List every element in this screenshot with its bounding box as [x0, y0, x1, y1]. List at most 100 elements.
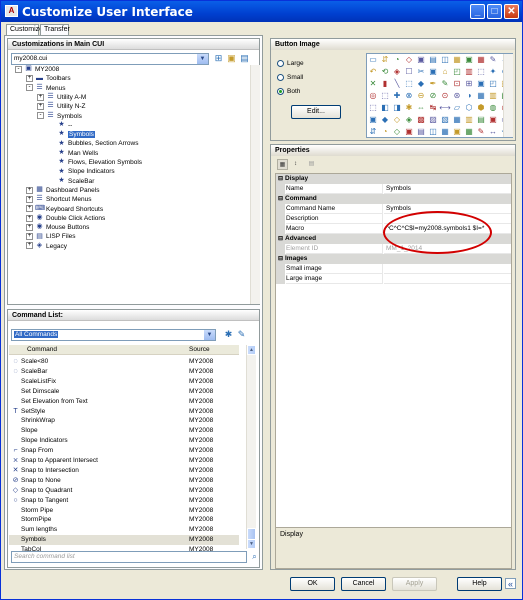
- button-image-icon[interactable]: ▮: [379, 78, 391, 90]
- button-image-icon[interactable]: ⊡: [451, 78, 463, 90]
- property-value[interactable]: [384, 274, 511, 284]
- help-button[interactable]: Help: [457, 577, 502, 591]
- button-image-icon[interactable]: ▦: [475, 54, 487, 66]
- property-row[interactable]: Command Name Symbols: [276, 204, 511, 214]
- collapse-icon[interactable]: -: [37, 112, 44, 120]
- load-cui-icon[interactable]: ⊞: [213, 53, 224, 64]
- button-image-icon[interactable]: ▣: [451, 126, 463, 138]
- apply-button[interactable]: Apply: [392, 577, 437, 591]
- tree-node[interactable]: - ▣ MY2008: [15, 65, 59, 74]
- button-image-icon[interactable]: ⊞: [463, 78, 475, 90]
- tree-node[interactable]: ★ Flows, Elevation Symbols: [48, 158, 142, 167]
- close-button[interactable]: ✕: [504, 4, 519, 19]
- expand-icon[interactable]: +: [26, 75, 33, 83]
- property-row[interactable]: Small image: [276, 264, 511, 274]
- command-list-row[interactable]: T SetStyle MY2008: [9, 407, 239, 417]
- command-list-row[interactable]: Symbols MY2008: [9, 535, 239, 546]
- button-image-icon[interactable]: ◫: [439, 54, 451, 66]
- button-image-icon[interactable]: ◔: [391, 54, 403, 66]
- button-image-icon[interactable]: ✚: [391, 90, 403, 102]
- expand-icon[interactable]: +: [26, 242, 33, 250]
- button-image-icon[interactable]: ◇: [391, 126, 403, 138]
- property-row[interactable]: Name Symbols: [276, 184, 511, 194]
- command-list-row[interactable]: ◇ Snap to Quadrant MY2008: [9, 486, 239, 496]
- new-command-icon[interactable]: ✱: [223, 329, 234, 340]
- chevron-down-icon[interactable]: ▼: [197, 54, 208, 64]
- button-image-icon[interactable]: ⊖: [415, 90, 427, 102]
- button-image-icon[interactable]: ▤: [427, 54, 439, 66]
- command-list-row[interactable]: ⌐ Snap From MY2008: [9, 446, 239, 456]
- tree-node[interactable]: + ▦ Dashboard Panels: [26, 186, 99, 195]
- button-image-icon[interactable]: ▤: [475, 114, 487, 126]
- button-image-icon[interactable]: ◧: [379, 102, 391, 114]
- button-image-icon[interactable]: ▱: [451, 102, 463, 114]
- button-image-icon[interactable]: ◇: [391, 114, 403, 126]
- button-image-icon[interactable]: ◎: [367, 90, 379, 102]
- command-list-row[interactable]: Slope Indicators MY2008: [9, 436, 239, 446]
- collapse-icon[interactable]: -: [15, 65, 22, 73]
- button-image-icon[interactable]: ◍: [487, 102, 499, 114]
- command-list-row[interactable]: ○ Snap to Tangent MY2008: [9, 496, 239, 506]
- command-search-input[interactable]: Search command list: [11, 551, 247, 563]
- tree-node[interactable]: + ☰ Utility N-Z: [37, 102, 86, 111]
- property-row[interactable]: Large image: [276, 274, 511, 284]
- button-image-icon[interactable]: ◈: [391, 66, 403, 78]
- command-list-row[interactable]: Set Elevation from Text MY2008: [9, 397, 239, 407]
- minimize-button[interactable]: _: [470, 4, 485, 19]
- expand-icon[interactable]: +: [26, 195, 33, 203]
- button-image-icon[interactable]: ⬚: [367, 102, 379, 114]
- collapse-icon[interactable]: -: [26, 84, 33, 92]
- cui-file-select[interactable]: my2008.cui ▼: [11, 53, 209, 65]
- button-image-icon[interactable]: ◆: [415, 78, 427, 90]
- expand-icon[interactable]: +: [37, 93, 44, 101]
- expand-icon[interactable]: +: [26, 223, 33, 231]
- button-image-icon[interactable]: ▭: [367, 54, 379, 66]
- column-command[interactable]: Command: [27, 345, 57, 355]
- radio-large[interactable]: Large: [277, 59, 304, 69]
- button-image-icon[interactable]: ⊗: [403, 90, 415, 102]
- collapse-icon[interactable]: ⊟: [276, 174, 285, 184]
- button-image-icon[interactable]: ▨: [427, 114, 439, 126]
- button-image-icon[interactable]: ◰: [487, 78, 499, 90]
- button-image-icon[interactable]: ▥: [487, 90, 499, 102]
- maximize-button[interactable]: □: [487, 4, 502, 19]
- button-image-icon[interactable]: ✎: [439, 78, 451, 90]
- button-image-icon[interactable]: ▥: [463, 114, 475, 126]
- button-image-icon[interactable]: ◇: [403, 54, 415, 66]
- tree-node[interactable]: ★ Slope Indicators: [48, 167, 114, 176]
- collapse-icon[interactable]: ⊟: [276, 254, 285, 264]
- tree-node[interactable]: - ☰ Menus: [26, 84, 66, 93]
- button-image-icon[interactable]: ◆: [379, 114, 391, 126]
- tree-node[interactable]: + ◉ Mouse Buttons: [26, 223, 89, 232]
- button-image-icon[interactable]: ◔: [379, 126, 391, 138]
- command-list-row[interactable]: StormPipe MY2008: [9, 515, 239, 525]
- tree-node[interactable]: + ◈ Legacy: [26, 242, 67, 251]
- alphabetical-sort-icon[interactable]: ↕: [290, 159, 301, 170]
- button-image-icon[interactable]: ▩: [415, 114, 427, 126]
- ok-button[interactable]: OK: [290, 577, 335, 591]
- button-image-icon[interactable]: ✂: [415, 66, 427, 78]
- button-image-icon[interactable]: ☐: [403, 66, 415, 78]
- tree-node[interactable]: ★ Bubbles, Section Arrows: [48, 139, 138, 148]
- scroll-down-icon[interactable]: ▼: [247, 539, 256, 549]
- button-image-icon[interactable]: ✎: [487, 54, 499, 66]
- tree-node[interactable]: + ▬ Toolbars: [26, 74, 71, 83]
- search-icon[interactable]: ⌕: [249, 551, 260, 562]
- button-image-icon[interactable]: ↔: [487, 126, 499, 138]
- button-image-icon[interactable]: ▣: [427, 66, 439, 78]
- button-image-icon[interactable]: ⬚: [475, 66, 487, 78]
- button-image-icon[interactable]: ▦: [451, 54, 463, 66]
- button-image-icon[interactable]: ╲: [391, 78, 403, 90]
- command-filter-select[interactable]: All Commands ▼: [11, 329, 216, 341]
- find-replace-icon[interactable]: ✎: [236, 329, 247, 340]
- expand-icon[interactable]: +: [26, 186, 33, 194]
- property-value[interactable]: [384, 264, 511, 274]
- expand-icon[interactable]: +: [26, 205, 33, 213]
- button-image-icon[interactable]: ⟲: [379, 66, 391, 78]
- save-cui-icon[interactable]: ▤: [239, 53, 250, 64]
- open-file-icon[interactable]: ▣: [226, 53, 237, 64]
- button-image-icon[interactable]: ◈: [403, 114, 415, 126]
- button-image-icon[interactable]: ✎: [475, 126, 487, 138]
- button-image-icon[interactable]: ⬚: [379, 90, 391, 102]
- button-image-icon[interactable]: ⇔: [415, 102, 427, 114]
